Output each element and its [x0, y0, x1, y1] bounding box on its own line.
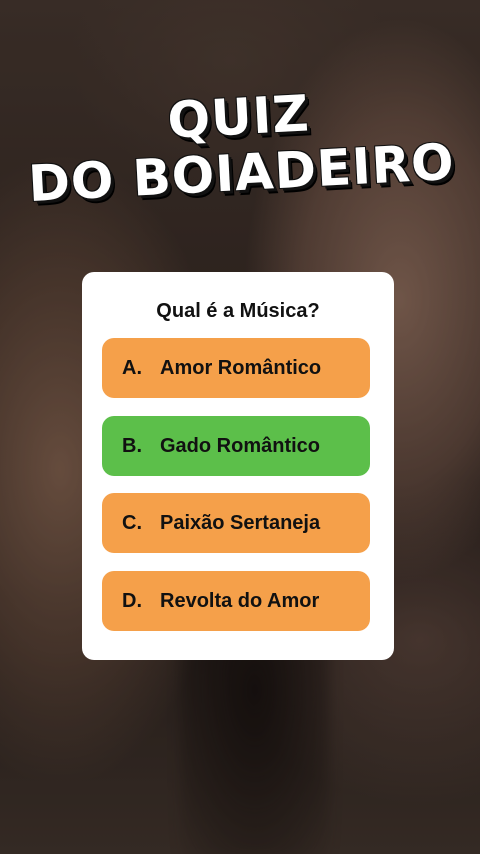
option-label: Revolta do Amor: [160, 589, 320, 612]
option-letter: D.: [122, 589, 142, 612]
option-label: Gado Romântico: [160, 434, 321, 457]
option-letter: A.: [122, 356, 142, 379]
option-letter: C.: [122, 511, 142, 534]
answer-option-a[interactable]: A. Amor Romântico: [102, 338, 370, 398]
option-label: Paixão Sertaneja: [160, 511, 321, 534]
option-label: Amor Romântico: [160, 356, 322, 379]
quiz-card: Qual é a Música? A. Amor Romântico B. Ga…: [82, 272, 394, 660]
answer-option-c[interactable]: C. Paixão Sertaneja: [102, 493, 370, 553]
answer-option-d[interactable]: D. Revolta do Amor: [102, 571, 370, 631]
question-text: Qual é a Música?: [156, 300, 320, 322]
option-letter: B.: [122, 434, 142, 457]
answer-option-b[interactable]: B. Gado Romântico: [102, 416, 370, 476]
